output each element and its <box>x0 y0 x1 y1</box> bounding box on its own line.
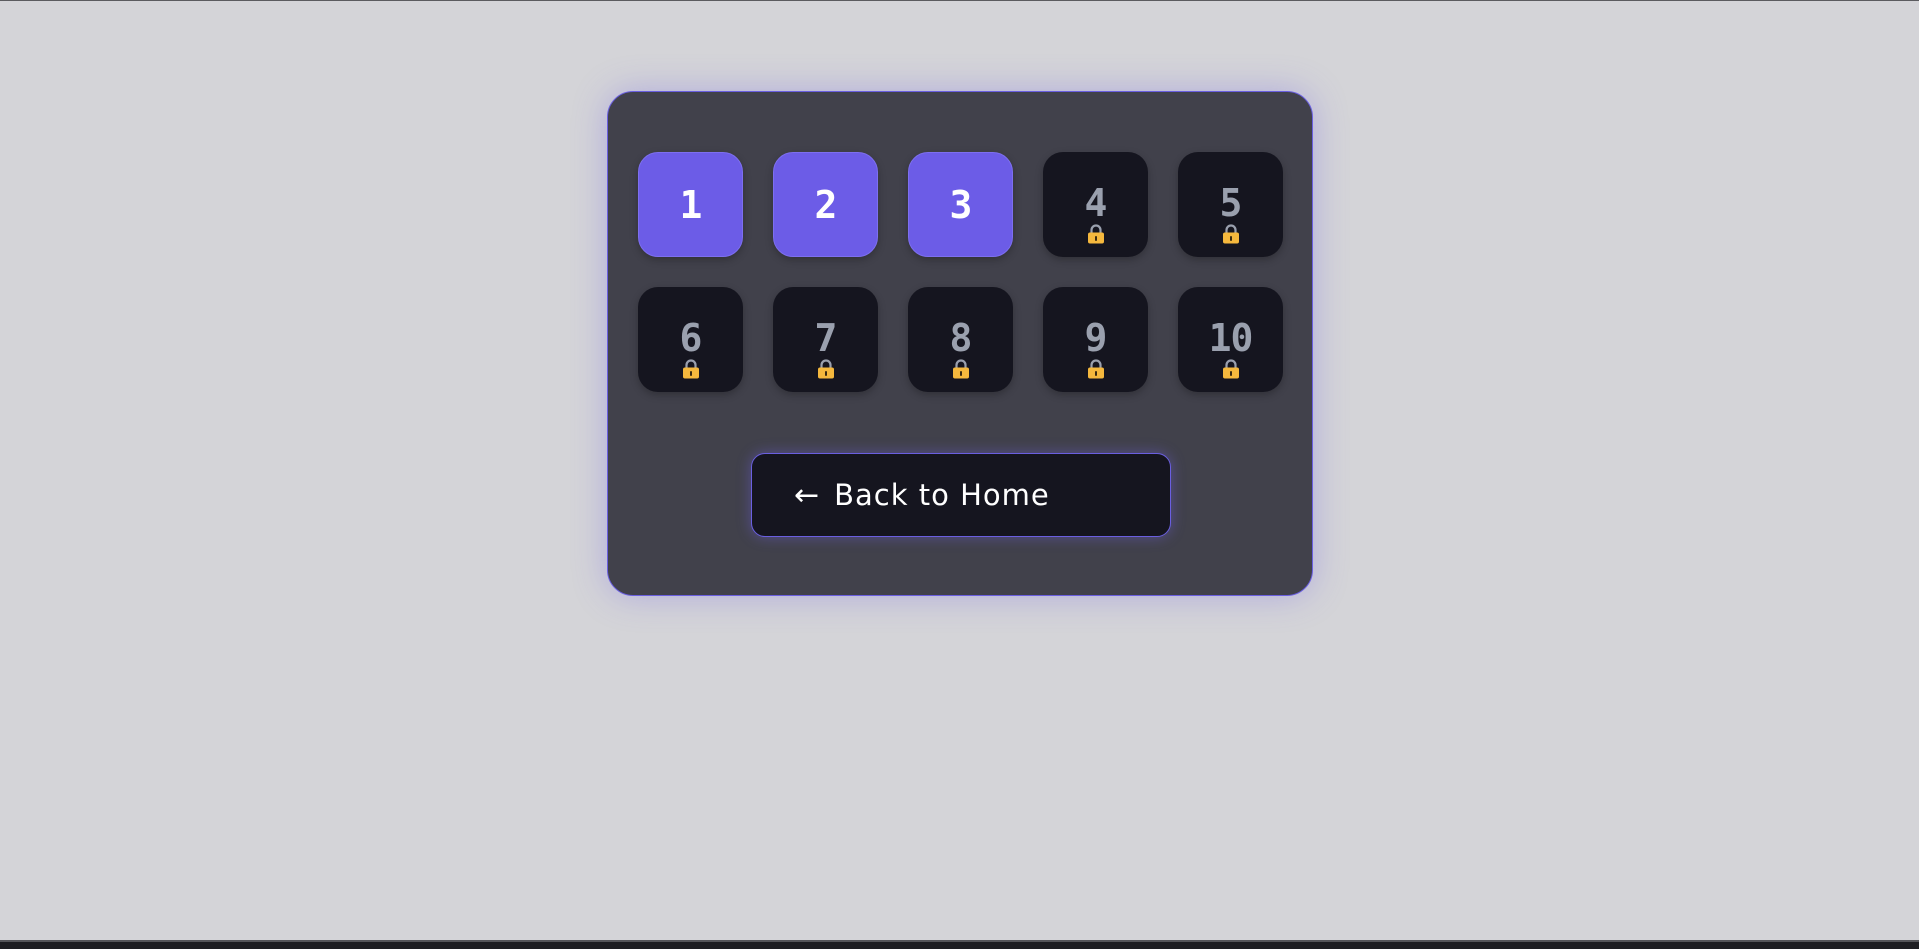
level-button-3[interactable]: 3 <box>908 152 1013 257</box>
lock-icon <box>1222 224 1240 244</box>
back-button-label: Back to Home <box>834 478 1050 512</box>
level-button-4[interactable]: 4 <box>1043 152 1148 257</box>
level-number: 9 <box>1084 316 1108 360</box>
level-number: 6 <box>679 316 703 360</box>
level-number: 1 <box>679 183 703 227</box>
lock-icon <box>1087 224 1105 244</box>
lock-icon <box>1087 359 1105 379</box>
level-number: 4 <box>1084 181 1108 225</box>
top-border <box>0 0 1919 1</box>
level-button-6[interactable]: 6 <box>638 287 743 392</box>
level-number: 8 <box>949 316 973 360</box>
left-arrow-icon: ← <box>794 477 821 513</box>
level-button-1[interactable]: 1 <box>638 152 743 257</box>
bottom-bar <box>0 940 1919 949</box>
lock-icon <box>952 359 970 379</box>
level-button-8[interactable]: 8 <box>908 287 1013 392</box>
level-button-2[interactable]: 2 <box>773 152 878 257</box>
level-select-panel: 1 2 3 4 5 6 7 8 9 10 ← Back to Home <box>607 91 1313 596</box>
level-button-10[interactable]: 10 <box>1178 287 1283 392</box>
level-button-7[interactable]: 7 <box>773 287 878 392</box>
level-number: 7 <box>814 316 838 360</box>
level-button-9[interactable]: 9 <box>1043 287 1148 392</box>
level-number: 5 <box>1219 181 1243 225</box>
level-number: 3 <box>949 183 973 227</box>
level-number: 10 <box>1208 316 1254 360</box>
level-button-5[interactable]: 5 <box>1178 152 1283 257</box>
lock-icon <box>1222 359 1240 379</box>
back-to-home-button[interactable]: ← Back to Home <box>751 453 1171 537</box>
level-number: 2 <box>814 183 838 227</box>
lock-icon <box>817 359 835 379</box>
lock-icon <box>682 359 700 379</box>
level-grid: 1 2 3 4 5 6 7 8 9 10 <box>638 152 1283 392</box>
